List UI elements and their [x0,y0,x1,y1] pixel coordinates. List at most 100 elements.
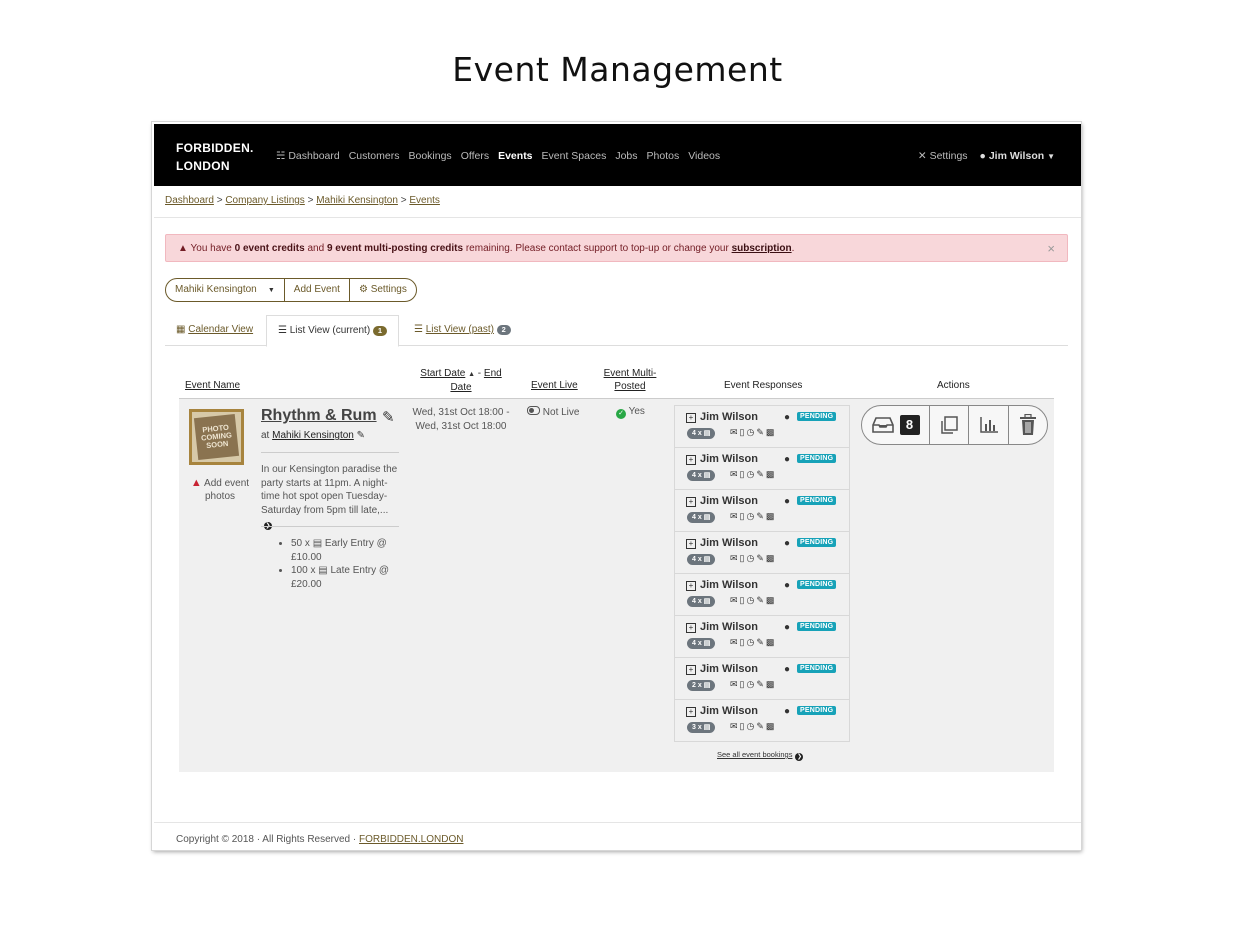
nav-videos[interactable]: Videos [688,150,720,162]
clock-icon[interactable]: ◷ [747,511,757,521]
trash-icon[interactable]: ▩ [766,595,777,605]
pencil-icon[interactable]: ✎ [756,721,766,731]
delete-button[interactable] [1007,406,1047,444]
edit-venue-pencil-icon[interactable]: ✎ [357,430,365,441]
trash-icon[interactable]: ▩ [766,469,777,479]
response-name[interactable]: Jim Wilson [700,621,758,633]
clock-icon[interactable]: ◷ [747,679,757,689]
clock-icon[interactable]: ◷ [747,427,757,437]
stats-button[interactable] [968,406,1007,444]
expand-plus-icon[interactable]: + [686,623,696,633]
mobile-icon[interactable]: ▯ [740,553,747,563]
add-event-photos-link[interactable]: ▲ Add event photos [185,477,255,503]
header-dates[interactable]: Start Date ▲ - End Date [411,367,511,394]
response-name[interactable]: Jim Wilson [700,537,758,549]
status-badge: PENDING [797,454,837,463]
settings-button[interactable]: ⚙ Settings [348,279,416,301]
brand-logo[interactable]: FORBIDDEN. LONDON [176,139,254,175]
response-name[interactable]: Jim Wilson [700,663,758,675]
breadcrumb-venue[interactable]: Mahiki Kensington [316,195,398,206]
pencil-icon[interactable]: ✎ [756,469,766,479]
footer-link[interactable]: FORBIDDEN.LONDON [359,834,463,845]
nav-dashboard[interactable]: ☵ Dashboard [276,150,340,162]
edit-event-pencil-icon[interactable]: ✎ [382,408,395,426]
event-name-link[interactable]: Rhythm & Rum [261,407,377,425]
response-name[interactable]: Jim Wilson [700,453,758,465]
email-icon[interactable]: ✉ [730,511,740,521]
event-dates: Wed, 31st Oct 18:00 - Wed, 31st Oct 18:0… [412,407,510,432]
event-live-toggle[interactable]: Not Live [527,406,579,418]
trash-icon[interactable]: ▩ [766,721,777,731]
header-event-name[interactable]: Event Name [185,380,240,391]
breadcrumb-events[interactable]: Events [409,195,440,206]
duplicate-button[interactable] [929,406,968,444]
venue-select[interactable]: Mahiki Kensington ▼ [166,279,284,301]
pencil-icon[interactable]: ✎ [756,595,766,605]
email-icon[interactable]: ✉ [730,553,740,563]
nav-events[interactable]: Events [498,150,532,162]
clock-icon[interactable]: ◷ [747,721,757,731]
mobile-icon[interactable]: ▯ [740,721,747,731]
trash-icon[interactable]: ▩ [766,427,777,437]
nav-jobs[interactable]: Jobs [615,150,637,162]
expand-plus-icon[interactable]: + [686,581,696,591]
mobile-icon[interactable]: ▯ [740,511,747,521]
clock-icon[interactable]: ◷ [747,553,757,563]
tab-calendar-view[interactable]: ▦ Calendar View [165,315,264,345]
email-icon[interactable]: ✉ [730,679,740,689]
breadcrumb-dashboard[interactable]: Dashboard [165,195,214,206]
response-name[interactable]: Jim Wilson [700,495,758,507]
pencil-icon[interactable]: ✎ [756,427,766,437]
mobile-icon[interactable]: ▯ [740,469,747,479]
trash-icon[interactable]: ▩ [766,679,777,689]
expand-plus-icon[interactable]: + [686,539,696,549]
header-event-multi-posted[interactable]: Event Multi- Posted [598,367,662,393]
event-venue-link[interactable]: Mahiki Kensington [272,430,354,441]
tab-list-current[interactable]: ☰ List View (current) 1 [266,315,399,347]
nav-settings[interactable]: ✕ Settings [918,150,968,162]
user-menu[interactable]: ● Jim Wilson ▼ [980,150,1055,162]
response-name[interactable]: Jim Wilson [700,579,758,591]
tab-list-past[interactable]: ☰ List View (past) 2 [403,315,522,345]
expand-plus-icon[interactable]: + [686,707,696,717]
inbox-button[interactable]: 8 [862,406,929,444]
email-icon[interactable]: ✉ [730,427,740,437]
mobile-icon[interactable]: ▯ [740,679,747,689]
nav-event-spaces[interactable]: Event Spaces [542,150,607,162]
nav-bookings[interactable]: Bookings [408,150,451,162]
copy-icon [941,416,958,434]
expand-plus-icon[interactable]: + [686,455,696,465]
trash-icon[interactable]: ▩ [766,637,777,647]
nav-offers[interactable]: Offers [461,150,489,162]
nav-photos[interactable]: Photos [647,150,680,162]
email-icon[interactable]: ✉ [730,469,740,479]
subscription-link[interactable]: subscription [732,243,792,254]
mobile-icon[interactable]: ▯ [740,637,747,647]
pencil-icon[interactable]: ✎ [756,637,766,647]
trash-icon[interactable]: ▩ [766,511,777,521]
pencil-icon[interactable]: ✎ [756,679,766,689]
add-event-button[interactable]: Add Event [283,279,349,301]
email-icon[interactable]: ✉ [730,721,740,731]
expand-plus-icon[interactable]: + [686,413,696,423]
clock-icon[interactable]: ◷ [747,469,757,479]
mobile-icon[interactable]: ▯ [740,427,747,437]
close-icon[interactable]: × [1047,235,1055,263]
response-name[interactable]: Jim Wilson [700,705,758,717]
clock-icon[interactable]: ◷ [747,637,757,647]
clock-icon[interactable]: ◷ [747,595,757,605]
see-all-bookings-link[interactable]: See all event bookings ❯ [717,750,804,761]
response-actions: ✉▯◷✎▩ [730,511,776,522]
mobile-icon[interactable]: ▯ [740,595,747,605]
header-event-live[interactable]: Event Live [531,380,578,391]
trash-icon[interactable]: ▩ [766,553,777,563]
pencil-icon[interactable]: ✎ [756,553,766,563]
email-icon[interactable]: ✉ [730,637,740,647]
pencil-icon[interactable]: ✎ [756,511,766,521]
expand-plus-icon[interactable]: + [686,665,696,675]
nav-customers[interactable]: Customers [349,150,400,162]
breadcrumb-company-listings[interactable]: Company Listings [225,195,304,206]
expand-plus-icon[interactable]: + [686,497,696,507]
response-name[interactable]: Jim Wilson [700,411,758,423]
email-icon[interactable]: ✉ [730,595,740,605]
